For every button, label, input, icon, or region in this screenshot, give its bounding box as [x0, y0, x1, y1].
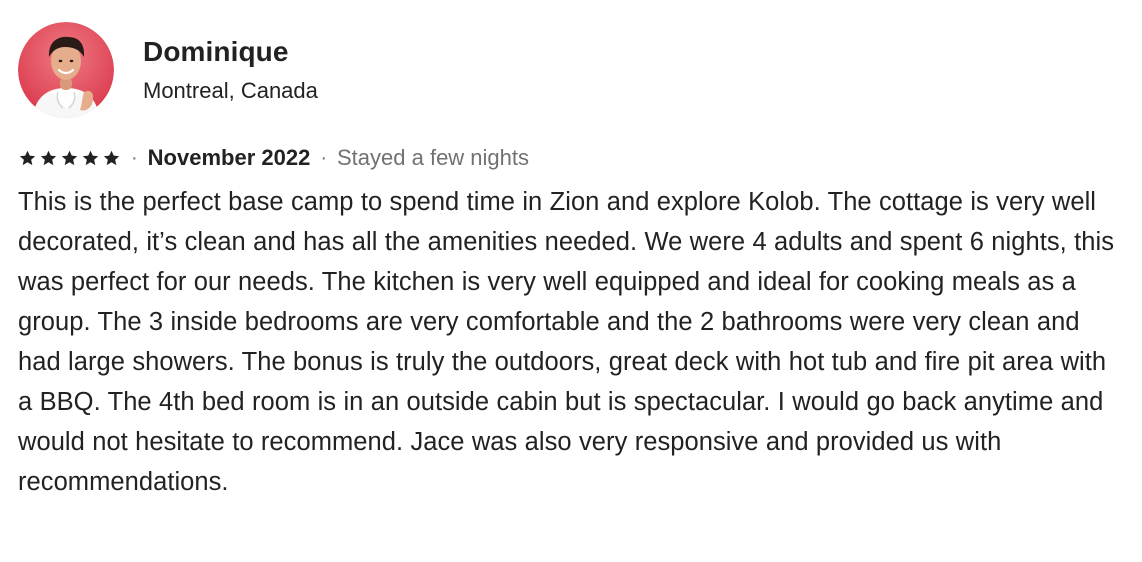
star-rating: [18, 149, 121, 168]
review-card: Dominique Montreal, Canada · November 20…: [0, 0, 1142, 562]
star-icon: [19, 150, 36, 165]
meta-separator: ·: [131, 147, 138, 169]
review-meta: · November 2022 · Stayed a few nights: [18, 142, 529, 174]
stay-duration: Stayed a few nights: [337, 145, 530, 170]
reviewer-header: Dominique Montreal, Canada: [18, 22, 318, 118]
star-icon: [103, 150, 120, 165]
meta-separator: ·: [320, 147, 327, 169]
review-text: This is the perfect base camp to spend t…: [18, 188, 1114, 496]
avatar[interactable]: [18, 22, 114, 118]
reviewer-name[interactable]: Dominique: [143, 35, 318, 69]
reviewer-identity: Dominique Montreal, Canada: [143, 35, 318, 105]
review-date: November 2022: [147, 145, 311, 170]
star-icon: [61, 150, 78, 165]
star-icon: [40, 150, 57, 165]
reviewer-location: Montreal, Canada: [143, 78, 318, 103]
star-icon: [82, 150, 99, 165]
